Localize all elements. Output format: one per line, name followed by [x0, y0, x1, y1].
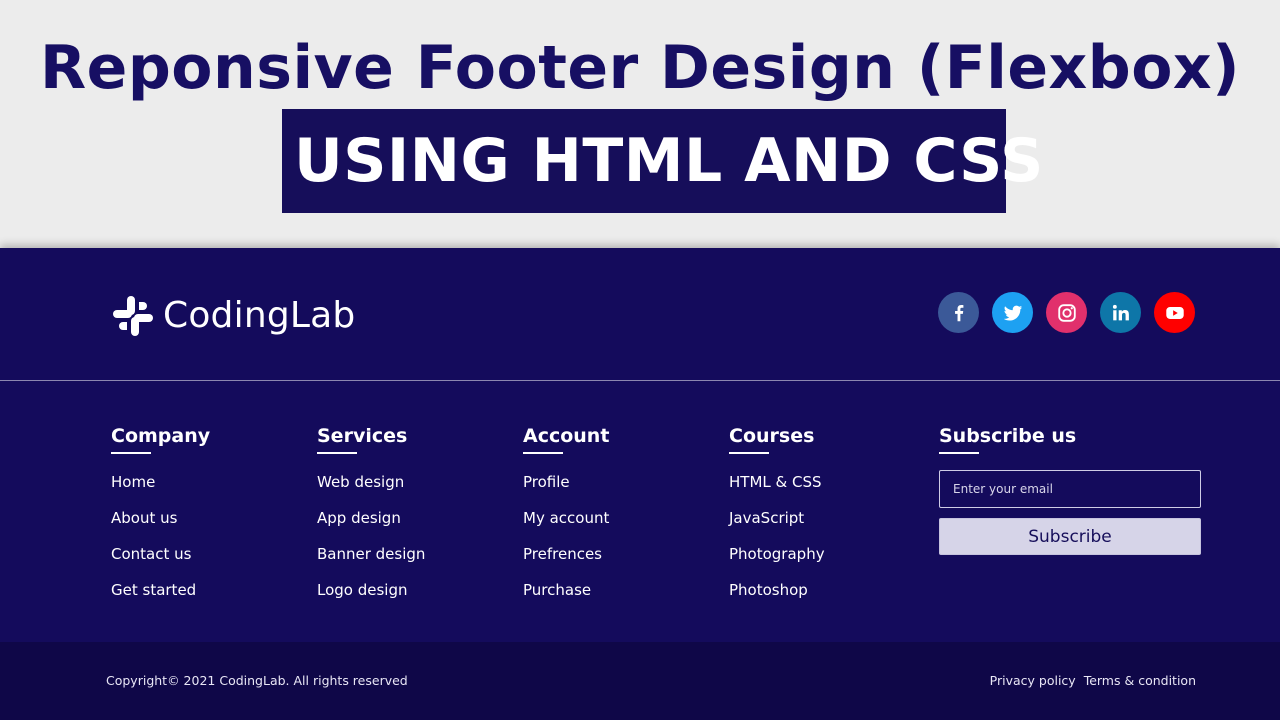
footer-link-app-design[interactable]: App design — [317, 509, 401, 527]
footer-top-row: CodingLab — [0, 248, 1280, 381]
facebook-icon — [954, 304, 963, 321]
footer-column-services: Services Web design App design Banner de… — [317, 424, 517, 616]
social-links — [938, 292, 1195, 333]
youtube-link[interactable] — [1154, 292, 1195, 333]
page-headline: Reponsive Footer Design (Flexbox) — [39, 33, 1241, 103]
email-input[interactable] — [939, 470, 1201, 508]
list-item: Logo design — [317, 580, 517, 616]
title-underline — [111, 452, 151, 454]
link-list: HTML & CSS JavaScript Photography Photos… — [729, 472, 929, 616]
linkedin-link[interactable] — [1100, 292, 1141, 333]
title-underline — [317, 452, 357, 454]
list-item: Photography — [729, 544, 929, 580]
title-underline — [729, 452, 769, 454]
footer-link-profile[interactable]: Profile — [523, 473, 570, 491]
legal-links: Privacy policy Terms & condition — [982, 672, 1196, 690]
column-title: Company — [111, 425, 211, 447]
list-item: HTML & CSS — [729, 472, 929, 508]
footer-link-get-started[interactable]: Get started — [111, 581, 196, 599]
instagram-icon — [1057, 303, 1076, 322]
subscribe-button[interactable]: Subscribe — [939, 518, 1201, 555]
footer-column-account: Account Profile My account Prefrences Pu… — [523, 424, 723, 616]
slack-logo-icon — [113, 296, 153, 336]
list-item: Contact us — [111, 544, 311, 580]
list-item: My account — [523, 508, 723, 544]
copyright-text: Copyright© 2021 CodingLab. All rights re… — [106, 673, 408, 688]
title-underline — [939, 452, 979, 454]
title-banner: Reponsive Footer Design (Flexbox) USING … — [0, 0, 1280, 248]
instagram-link[interactable] — [1046, 292, 1087, 333]
footer-link-web-design[interactable]: Web design — [317, 473, 404, 491]
youtube-icon — [1165, 306, 1184, 319]
site-footer: CodingLab Company Home About us Contact … — [0, 248, 1280, 720]
linkedin-icon — [1112, 304, 1129, 320]
column-title: Services — [317, 425, 408, 447]
list-item: Purchase — [523, 580, 723, 616]
brand-logo[interactable]: CodingLab — [111, 294, 355, 338]
twitter-icon — [1003, 305, 1022, 321]
list-item: Banner design — [317, 544, 517, 580]
terms-link[interactable]: Terms & condition — [1084, 672, 1196, 690]
column-title: Account — [523, 425, 610, 447]
list-item: Home — [111, 472, 311, 508]
footer-column-company: Company Home About us Contact us Get sta… — [111, 424, 311, 616]
footer-link-prefrences[interactable]: Prefrences — [523, 545, 602, 563]
footer-link-home[interactable]: Home — [111, 473, 155, 491]
link-list: Profile My account Prefrences Purchase — [523, 472, 723, 616]
footer-link-logo-design[interactable]: Logo design — [317, 581, 408, 599]
facebook-link[interactable] — [938, 292, 979, 333]
footer-link-purchase[interactable]: Purchase — [523, 581, 591, 599]
brand-name: CodingLab — [163, 295, 356, 336]
list-item: Profile — [523, 472, 723, 508]
subscribe-section: Subscribe us Subscribe — [939, 424, 1202, 555]
title-underline — [523, 452, 563, 454]
list-item: Web design — [317, 472, 517, 508]
subscribe-title: Subscribe us — [939, 425, 1077, 447]
list-item: JavaScript — [729, 508, 929, 544]
link-list: Web design App design Banner design Logo… — [317, 472, 517, 616]
footer-link-html-css[interactable]: HTML & CSS — [729, 473, 822, 491]
column-title: Courses — [729, 425, 815, 447]
privacy-policy-link[interactable]: Privacy policy — [990, 672, 1076, 690]
list-item: Get started — [111, 580, 311, 616]
footer-bottom-bar: Copyright© 2021 CodingLab. All rights re… — [0, 642, 1280, 720]
footer-link-about-us[interactable]: About us — [111, 509, 177, 527]
footer-link-javascript[interactable]: JavaScript — [729, 509, 804, 527]
list-item: Photoshop — [729, 580, 929, 616]
list-item: App design — [317, 508, 517, 544]
list-item: About us — [111, 508, 311, 544]
footer-link-my-account[interactable]: My account — [523, 509, 609, 527]
page-subheadline: USING HTML AND CSS — [282, 109, 1043, 213]
twitter-link[interactable] — [992, 292, 1033, 333]
footer-link-photoshop[interactable]: Photoshop — [729, 581, 808, 599]
footer-link-banner-design[interactable]: Banner design — [317, 545, 425, 563]
list-item: Prefrences — [523, 544, 723, 580]
footer-column-courses: Courses HTML & CSS JavaScript Photograph… — [729, 424, 929, 616]
footer-link-photography[interactable]: Photography — [729, 545, 825, 563]
link-list: Home About us Contact us Get started — [111, 472, 311, 616]
footer-link-contact-us[interactable]: Contact us — [111, 545, 191, 563]
